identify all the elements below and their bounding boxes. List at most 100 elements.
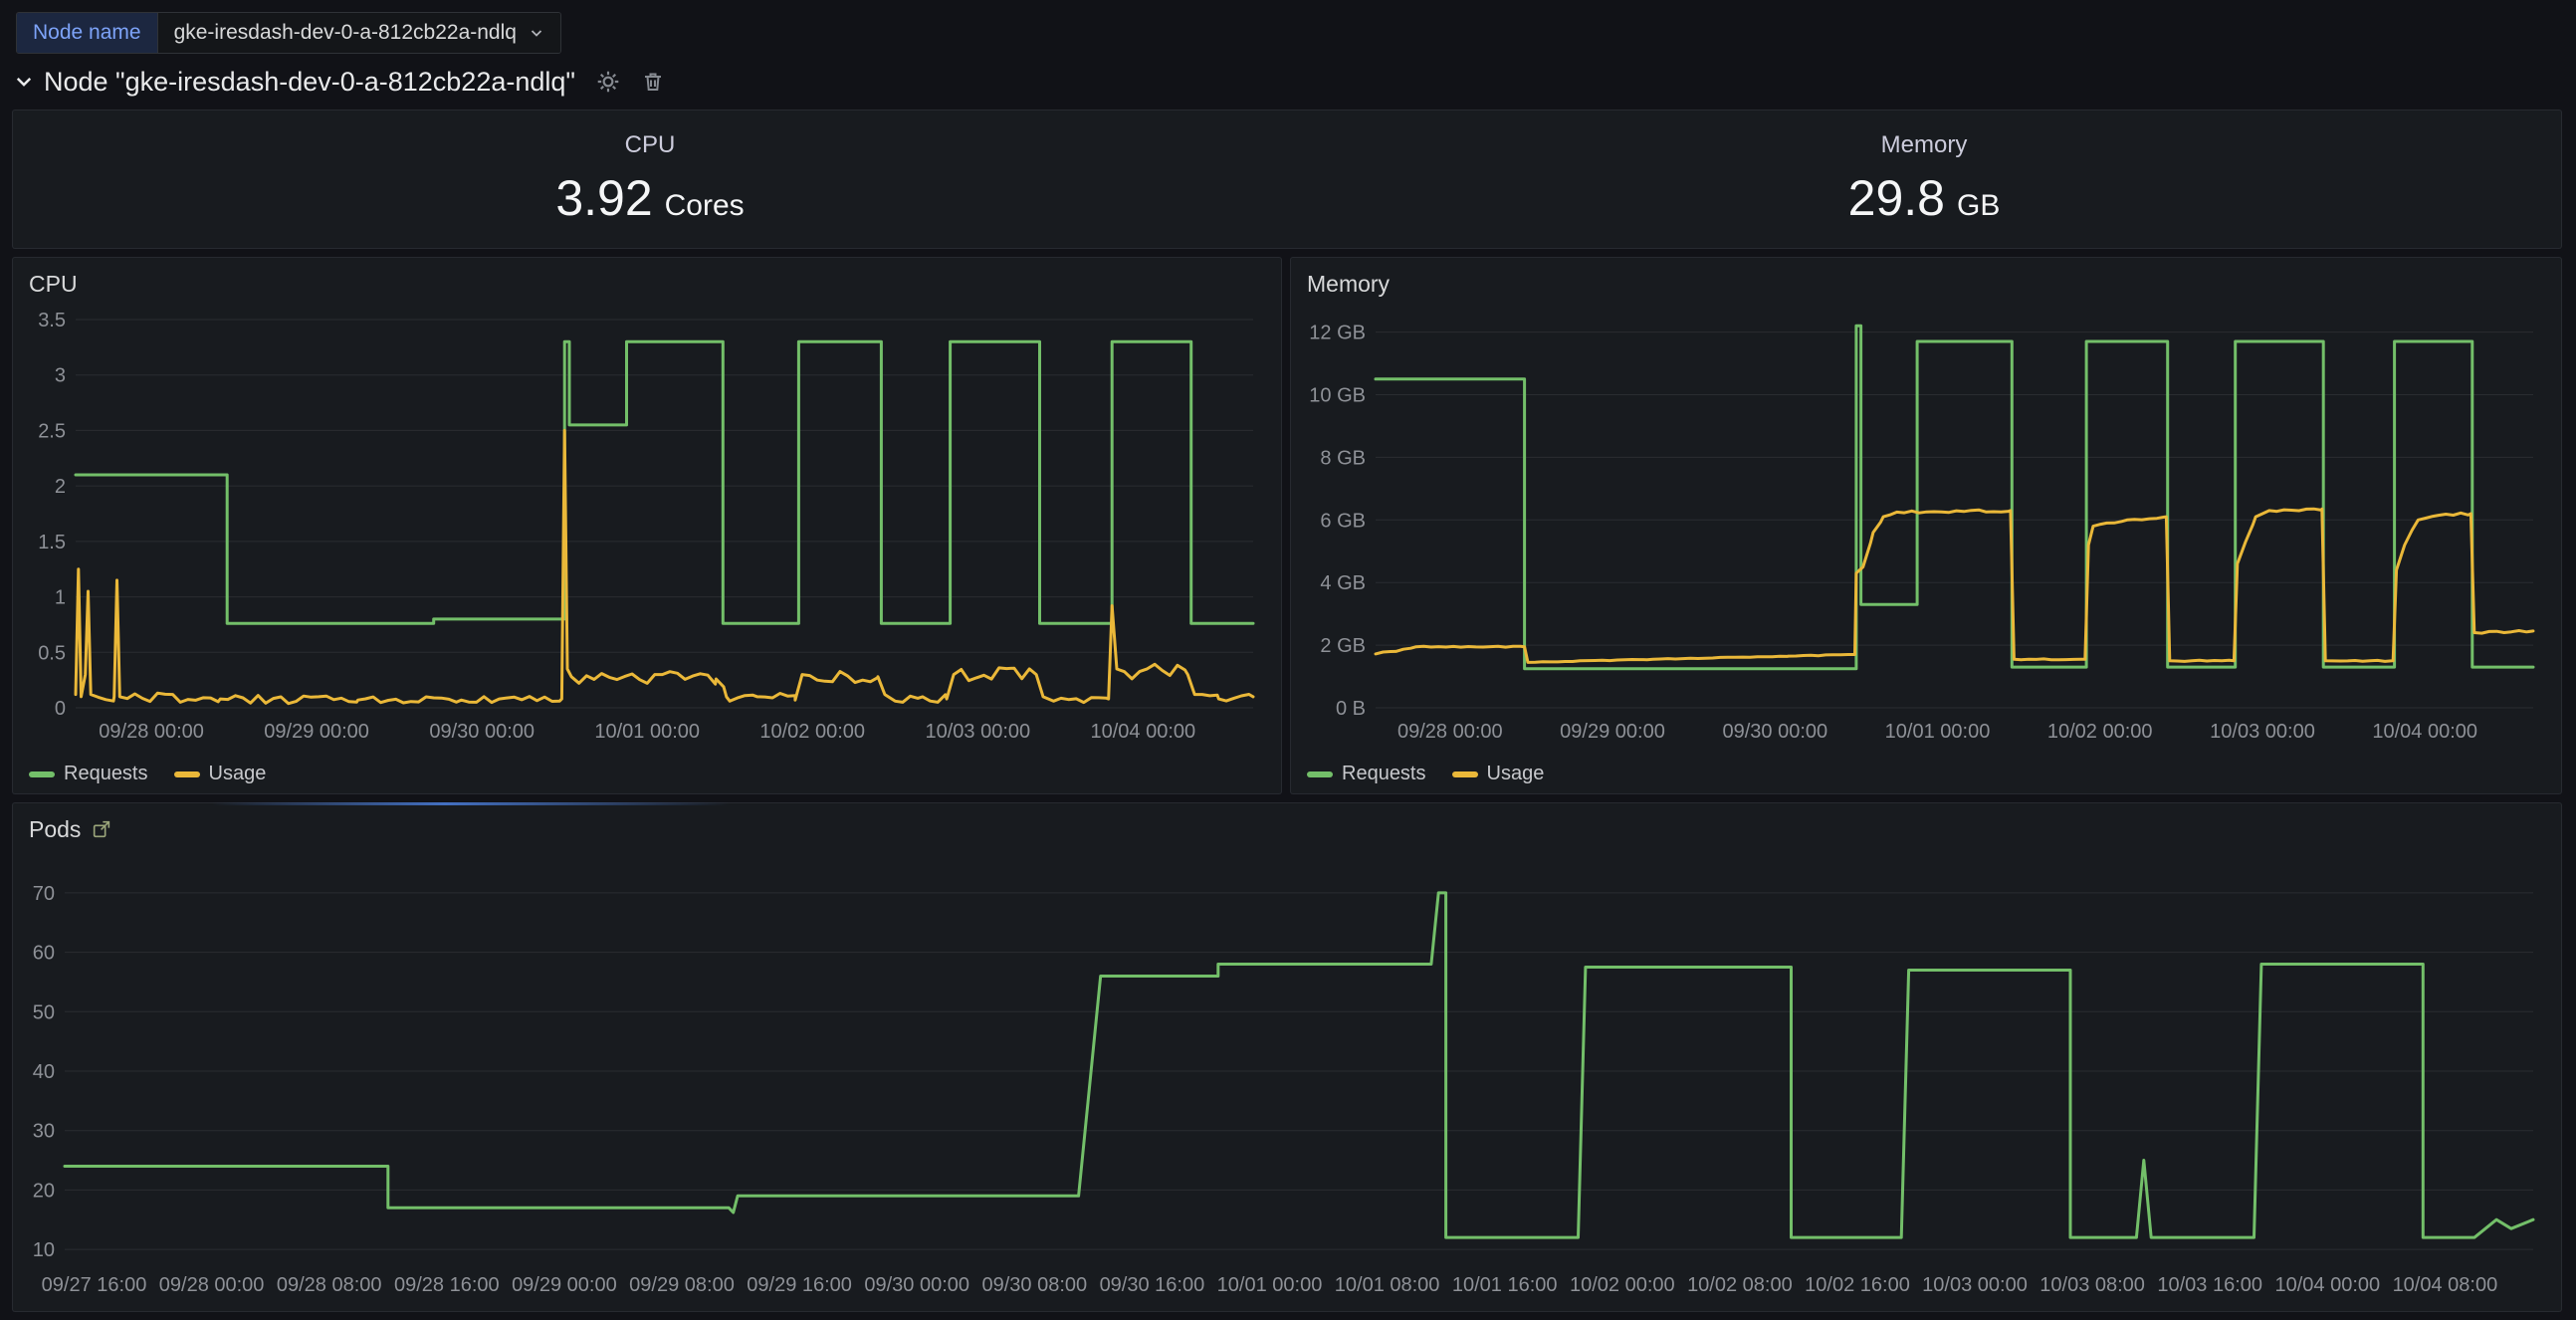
cpu-panel: CPU 00.511.522.533.509/28 00:0009/29 00:… <box>12 257 1282 794</box>
svg-text:0 B: 0 B <box>1336 698 1366 720</box>
svg-text:10/03 00:00: 10/03 00:00 <box>925 721 1030 743</box>
svg-text:10/01 16:00: 10/01 16:00 <box>1452 1274 1558 1296</box>
svg-text:1: 1 <box>55 587 66 609</box>
svg-text:4 GB: 4 GB <box>1320 572 1366 594</box>
chevron-down-icon <box>529 25 544 41</box>
svg-text:09/28 16:00: 09/28 16:00 <box>394 1274 500 1296</box>
cpu-stat-unit: Cores <box>665 189 745 223</box>
memory-panel: Memory 0 B 2 GB 4 GB 6 GB 8 GB 10 GB 12 GB 09/2… <box>1290 257 2562 794</box>
legend-item-requests[interactable]: Requests <box>29 763 148 785</box>
svg-text:12 GB: 12 GB <box>1309 323 1366 344</box>
legend-swatch <box>1307 771 1333 777</box>
variable-value-text: gke-iresdash-dev-0-a-812cb22a-ndlq <box>174 21 517 45</box>
trash-icon <box>641 70 665 94</box>
memory-legend: Requests Usage <box>1307 763 1544 785</box>
svg-text:3.5: 3.5 <box>38 310 66 331</box>
legend-label: Requests <box>64 763 148 785</box>
legend-label: Requests <box>1342 763 1426 785</box>
svg-text:0.5: 0.5 <box>38 642 66 664</box>
row-collapse-toggle[interactable]: Node "gke-iresdash-dev-0-a-812cb22a-ndlq… <box>14 67 575 98</box>
svg-text:10/01 08:00: 10/01 08:00 <box>1335 1274 1440 1296</box>
svg-text:10/01 00:00: 10/01 00:00 <box>1217 1274 1323 1296</box>
svg-text:09/28 00:00: 09/28 00:00 <box>159 1274 265 1296</box>
svg-text:10/03 00:00: 10/03 00:00 <box>1922 1274 2028 1296</box>
cpu-panel-title: CPU <box>29 271 78 298</box>
cpu-chart[interactable]: 00.511.522.533.509/28 00:0009/29 00:0009… <box>17 306 1277 748</box>
svg-text:09/30 00:00: 09/30 00:00 <box>1722 721 1827 743</box>
svg-text:10/02 00:00: 10/02 00:00 <box>1570 1274 1675 1296</box>
svg-text:6 GB: 6 GB <box>1320 510 1366 532</box>
svg-text:3: 3 <box>55 365 66 387</box>
memory-panel-title: Memory <box>1307 271 1390 298</box>
svg-text:09/30 16:00: 09/30 16:00 <box>1100 1274 1205 1296</box>
svg-text:20: 20 <box>33 1180 55 1202</box>
variable-label: Node name <box>17 13 157 53</box>
svg-text:70: 70 <box>33 883 55 905</box>
svg-text:09/29 08:00: 09/29 08:00 <box>629 1274 735 1296</box>
svg-text:50: 50 <box>33 1001 55 1023</box>
node-stats-panel: CPU 3.92 Cores Memory 29.8 GB <box>12 110 2562 249</box>
svg-text:09/29 16:00: 09/29 16:00 <box>747 1274 852 1296</box>
svg-text:8 GB: 8 GB <box>1320 447 1366 469</box>
gear-icon <box>595 69 621 95</box>
svg-text:10/03 08:00: 10/03 08:00 <box>2039 1274 2145 1296</box>
svg-text:10/02 00:00: 10/02 00:00 <box>2047 721 2153 743</box>
cpu-stat-label: CPU <box>625 131 676 159</box>
svg-text:09/30 08:00: 09/30 08:00 <box>981 1274 1087 1296</box>
memory-stat: Memory 29.8 GB <box>1287 110 2561 248</box>
variable-node-name: Node name gke-iresdash-dev-0-a-812cb22a-… <box>16 12 561 54</box>
panel-links-icon[interactable] <box>91 818 112 840</box>
legend-swatch <box>29 771 55 777</box>
legend-item-usage[interactable]: Usage <box>1452 763 1545 785</box>
svg-text:10: 10 <box>33 1239 55 1261</box>
svg-text:40: 40 <box>33 1061 55 1083</box>
memory-chart[interactable]: 0 B 2 GB 4 GB 6 GB 8 GB 10 GB 12 GB 09/28 00:00… <box>1295 306 2557 748</box>
svg-text:09/29 00:00: 09/29 00:00 <box>264 721 369 743</box>
pods-panel: Pods 1020304050607009/27 16:0009/28 00:0… <box>12 802 2562 1312</box>
svg-text:09/28 08:00: 09/28 08:00 <box>277 1274 382 1296</box>
svg-text:2.5: 2.5 <box>38 420 66 442</box>
memory-stat-unit: GB <box>1957 189 2000 223</box>
panel-loading-indicator <box>212 802 730 805</box>
legend-swatch <box>1452 771 1478 777</box>
svg-text:10/04 00:00: 10/04 00:00 <box>1090 721 1195 743</box>
memory-stat-label: Memory <box>1881 131 1968 159</box>
svg-text:09/28 00:00: 09/28 00:00 <box>1397 721 1503 743</box>
row-title: Node "gke-iresdash-dev-0-a-812cb22a-ndlq… <box>44 67 575 98</box>
memory-panel-header[interactable]: Memory <box>1307 268 1390 300</box>
cpu-panel-header[interactable]: CPU <box>29 268 78 300</box>
legend-label: Usage <box>209 763 267 785</box>
row-delete-button[interactable] <box>641 70 665 94</box>
svg-text:10/03 00:00: 10/03 00:00 <box>2210 721 2315 743</box>
row-header: Node "gke-iresdash-dev-0-a-812cb22a-ndlq… <box>14 62 665 102</box>
chevron-down-icon <box>14 72 34 92</box>
variable-value-dropdown[interactable]: gke-iresdash-dev-0-a-812cb22a-ndlq <box>157 13 560 53</box>
svg-text:09/30 00:00: 09/30 00:00 <box>864 1274 969 1296</box>
svg-text:10/02 08:00: 10/02 08:00 <box>1687 1274 1793 1296</box>
svg-text:10/04 08:00: 10/04 08:00 <box>2393 1274 2498 1296</box>
pods-chart[interactable]: 1020304050607009/27 16:0009/28 00:0009/2… <box>17 855 2557 1301</box>
svg-text:10 GB: 10 GB <box>1309 384 1366 406</box>
legend-item-usage[interactable]: Usage <box>174 763 267 785</box>
svg-text:09/29 00:00: 09/29 00:00 <box>1560 721 1665 743</box>
pods-panel-header[interactable]: Pods <box>29 813 112 845</box>
svg-text:2: 2 <box>55 476 66 498</box>
svg-text:10/02 16:00: 10/02 16:00 <box>1805 1274 1910 1296</box>
svg-text:30: 30 <box>33 1121 55 1143</box>
memory-stat-value-row: 29.8 GB <box>1848 169 2001 227</box>
legend-label: Usage <box>1487 763 1545 785</box>
template-variables-bar: Node name gke-iresdash-dev-0-a-812cb22a-… <box>16 12 561 54</box>
cpu-stat-value: 3.92 <box>555 169 652 227</box>
svg-text:60: 60 <box>33 943 55 965</box>
memory-stat-value: 29.8 <box>1848 169 1945 227</box>
svg-text:10/04 00:00: 10/04 00:00 <box>2372 721 2477 743</box>
row-settings-button[interactable] <box>595 69 621 95</box>
legend-swatch <box>174 771 200 777</box>
svg-text:10/01 00:00: 10/01 00:00 <box>594 721 700 743</box>
legend-item-requests[interactable]: Requests <box>1307 763 1426 785</box>
svg-text:2 GB: 2 GB <box>1320 635 1366 657</box>
cpu-legend: Requests Usage <box>29 763 266 785</box>
cpu-stat-value-row: 3.92 Cores <box>555 169 744 227</box>
cpu-stat: CPU 3.92 Cores <box>13 110 1287 248</box>
svg-text:10/01 00:00: 10/01 00:00 <box>1885 721 1991 743</box>
